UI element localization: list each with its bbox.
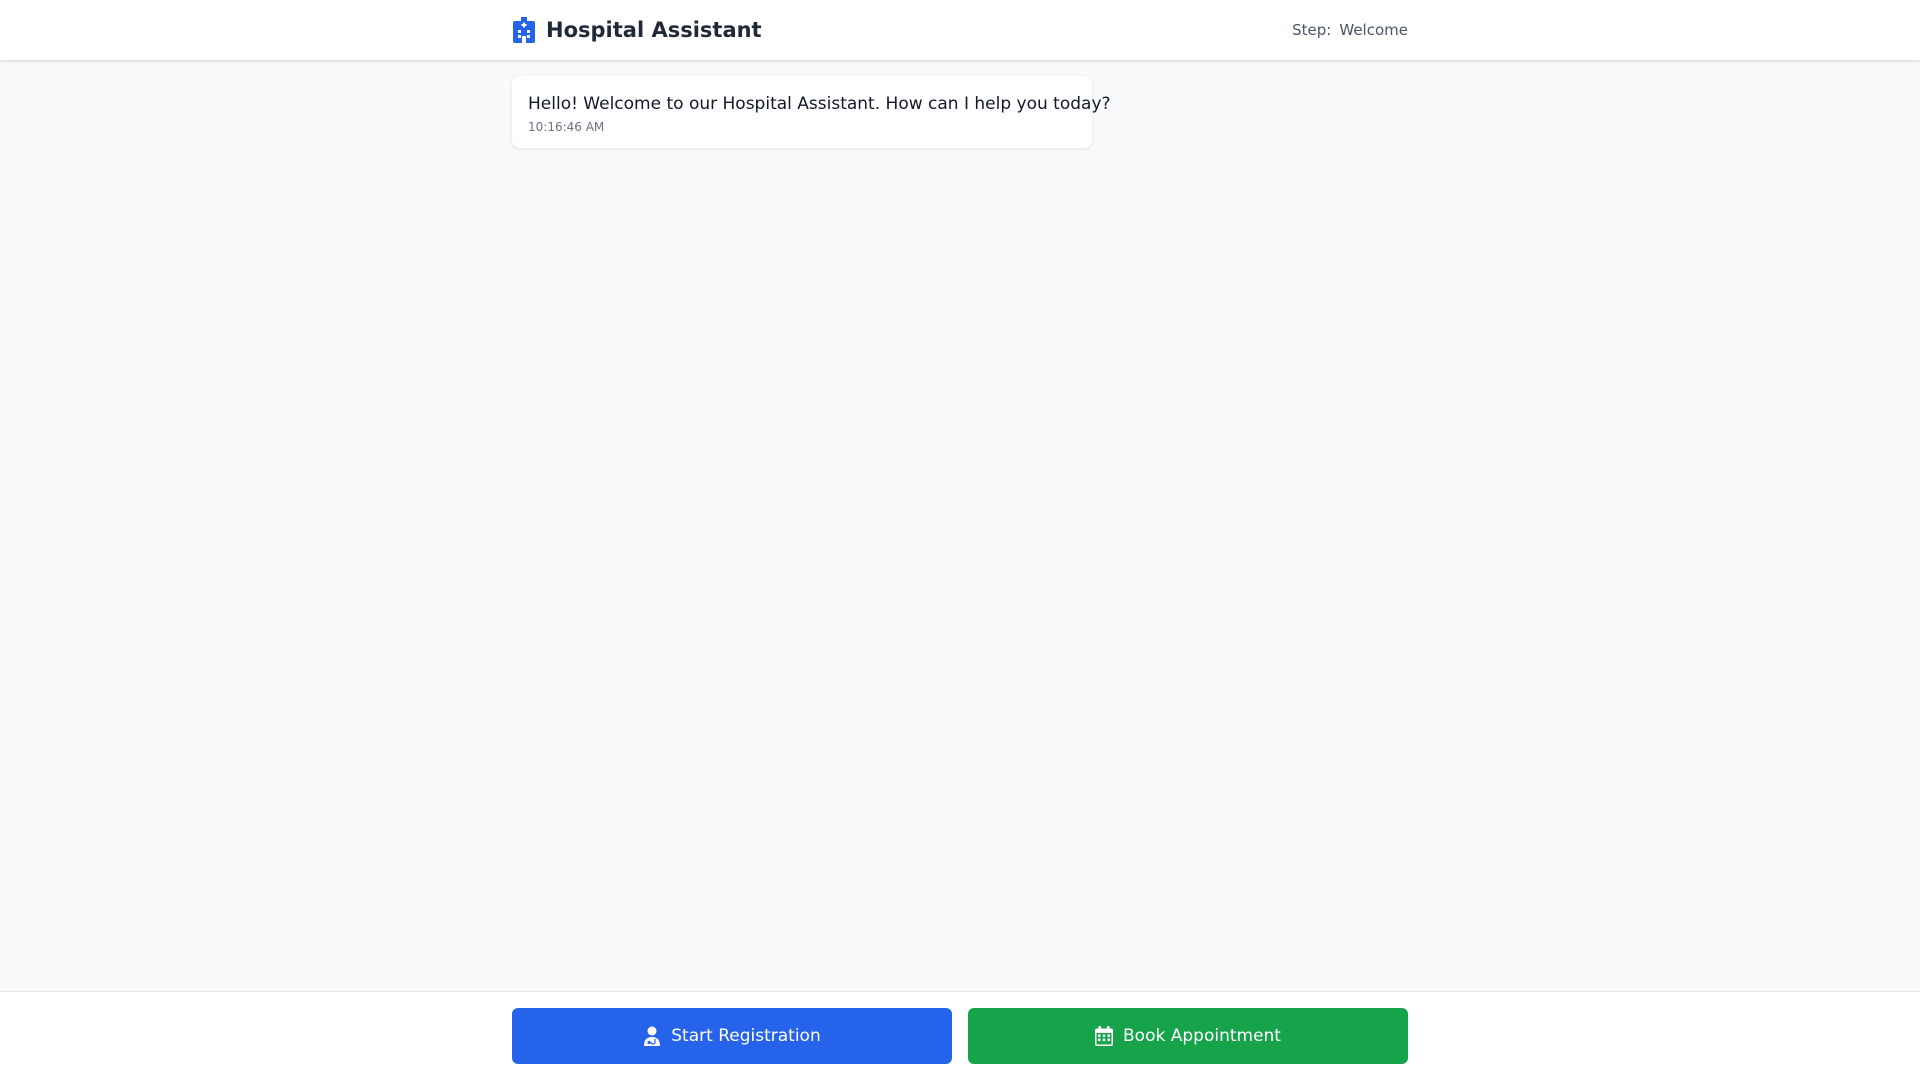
step-value: Welcome <box>1339 21 1408 39</box>
step-label: Step: <box>1292 21 1332 39</box>
assistant-message: Hello! Welcome to our Hospital Assistant… <box>512 76 1111 148</box>
calendar-icon <box>1095 1026 1114 1046</box>
message-timestamp: 10:16:46 AM <box>528 120 605 134</box>
action-bar: Start Registration Book Appointment <box>0 991 1920 1080</box>
start-registration-label: Start Registration <box>671 1026 821 1046</box>
action-buttons: Start Registration Book Appointment <box>512 1008 1408 1064</box>
brand: Hospital Assistant <box>512 17 762 43</box>
book-appointment-label: Book Appointment <box>1123 1026 1281 1046</box>
step-indicator: Step: Welcome <box>1292 21 1408 39</box>
hospital-icon <box>512 17 536 43</box>
app-header: Hospital Assistant Step: Welcome <box>0 0 1920 60</box>
message-text: Hello! Welcome to our Hospital Assistant… <box>528 94 1111 114</box>
chat-area[interactable]: Hello! Welcome to our Hospital Assistant… <box>0 60 1920 991</box>
book-appointment-button[interactable]: Book Appointment <box>968 1008 1408 1064</box>
user-doctor-icon <box>643 1026 661 1046</box>
header-content: Hospital Assistant Step: Welcome <box>512 0 1408 60</box>
chat-messages: Hello! Welcome to our Hospital Assistant… <box>512 76 1408 148</box>
app-title: Hospital Assistant <box>546 18 762 42</box>
start-registration-button[interactable]: Start Registration <box>512 1008 952 1064</box>
